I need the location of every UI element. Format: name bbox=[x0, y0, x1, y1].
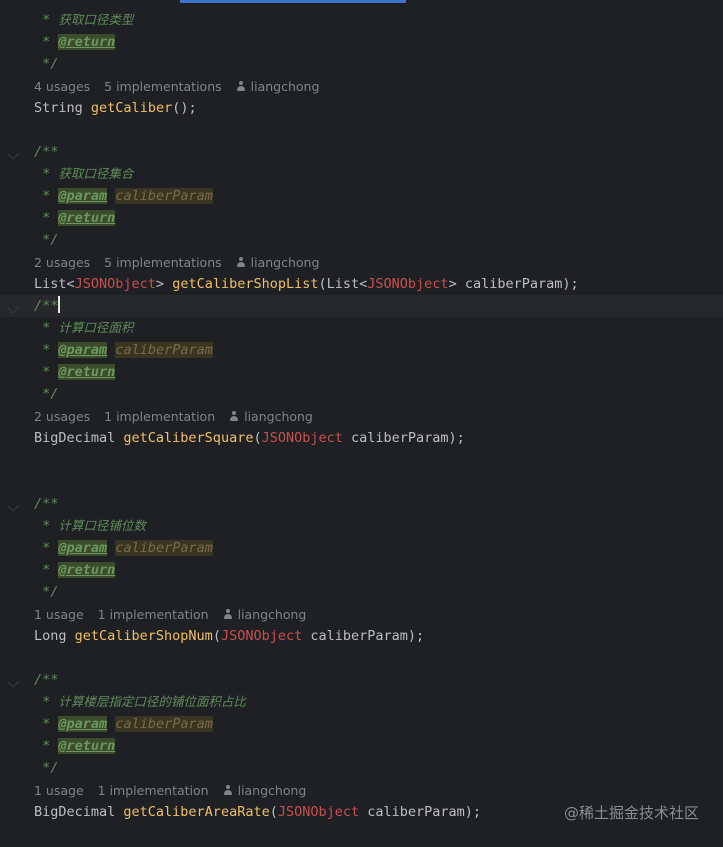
method-signature[interactable]: BigDecimal getCaliberSquare(JSONObject c… bbox=[34, 427, 465, 449]
method-signature[interactable]: Long getCaliberShopNum(JSONObject calibe… bbox=[34, 625, 424, 647]
implementations-link[interactable]: 1 implementation bbox=[98, 783, 209, 798]
method-signature[interactable]: String getCaliber(); bbox=[34, 97, 197, 119]
doc-line: * @return bbox=[34, 562, 116, 578]
editor-tab-indicator bbox=[180, 0, 406, 3]
implementations-link[interactable]: 1 implementation bbox=[98, 607, 209, 622]
fold-icon[interactable] bbox=[7, 148, 19, 160]
doc-line: * @return bbox=[34, 738, 116, 754]
implementations-link[interactable]: 5 implementations bbox=[104, 255, 221, 270]
code-vision-hints[interactable]: 2 usages 5 implementations liangchong bbox=[34, 253, 329, 273]
doc-line: * 获取口径类型 bbox=[34, 12, 134, 28]
implementations-link[interactable]: 5 implementations bbox=[104, 79, 221, 94]
person-icon bbox=[223, 609, 233, 620]
code-vision-hints[interactable]: 4 usages 5 implementations liangchong bbox=[34, 77, 329, 97]
code-vision-hints[interactable]: 1 usage 1 implementation liangchong bbox=[34, 605, 316, 625]
usages-link[interactable]: 2 usages bbox=[34, 255, 90, 270]
person-icon bbox=[223, 785, 233, 796]
author-hint[interactable]: liangchong bbox=[223, 607, 306, 622]
doc-open: /** bbox=[34, 672, 59, 688]
doc-open[interactable]: /** bbox=[34, 295, 61, 317]
doc-open: /** bbox=[34, 144, 59, 160]
author-hint[interactable]: liangchong bbox=[223, 783, 306, 798]
watermark: @稀土掘金技术社区 bbox=[563, 804, 699, 822]
person-icon bbox=[229, 411, 239, 422]
usages-link[interactable]: 1 usage bbox=[34, 783, 84, 798]
person-icon bbox=[236, 81, 246, 92]
current-line-highlight bbox=[0, 295, 723, 317]
doc-line: * 获取口径集合 bbox=[34, 166, 134, 182]
doc-line: * @return bbox=[34, 210, 116, 226]
code-vision-hints[interactable]: 2 usages 1 implementation liangchong bbox=[34, 407, 323, 427]
fold-icon[interactable] bbox=[7, 676, 19, 688]
usages-link[interactable]: 4 usages bbox=[34, 79, 90, 94]
doc-line: * @param caliberParam bbox=[34, 342, 213, 358]
doc-close: */ bbox=[34, 760, 59, 776]
doc-line: * @param caliberParam bbox=[34, 540, 213, 556]
code-vision-hints[interactable]: 1 usage 1 implementation liangchong bbox=[34, 781, 316, 801]
doc-close: */ bbox=[34, 386, 59, 402]
doc-line: * @return bbox=[34, 34, 116, 50]
doc-line: * @param caliberParam bbox=[34, 188, 213, 204]
doc-close: */ bbox=[34, 56, 59, 72]
author-hint[interactable]: liangchong bbox=[236, 255, 319, 270]
method-signature[interactable]: BigDecimal getCaliberAreaRate(JSONObject… bbox=[34, 801, 481, 823]
person-icon bbox=[236, 257, 246, 268]
doc-line: * 计算口径面积 bbox=[34, 320, 134, 336]
doc-line: * 计算楼层指定口径的铺位面积占比 bbox=[34, 694, 246, 710]
method-signature[interactable]: List<JSONObject> getCaliberShopList(List… bbox=[34, 273, 579, 295]
doc-line: * @param caliberParam bbox=[34, 716, 213, 732]
doc-line: * @return bbox=[34, 364, 116, 380]
implementations-link[interactable]: 1 implementation bbox=[104, 409, 215, 424]
text-cursor bbox=[58, 296, 61, 313]
fold-icon[interactable] bbox=[7, 500, 19, 512]
doc-open: /** bbox=[34, 496, 59, 512]
author-hint[interactable]: liangchong bbox=[229, 409, 313, 424]
usages-link[interactable]: 2 usages bbox=[34, 409, 90, 424]
author-hint[interactable]: liangchong bbox=[236, 79, 319, 94]
doc-line: * 计算口径铺位数 bbox=[34, 518, 146, 534]
doc-close: */ bbox=[34, 232, 59, 248]
doc-close: */ bbox=[34, 584, 59, 600]
usages-link[interactable]: 1 usage bbox=[34, 607, 84, 622]
